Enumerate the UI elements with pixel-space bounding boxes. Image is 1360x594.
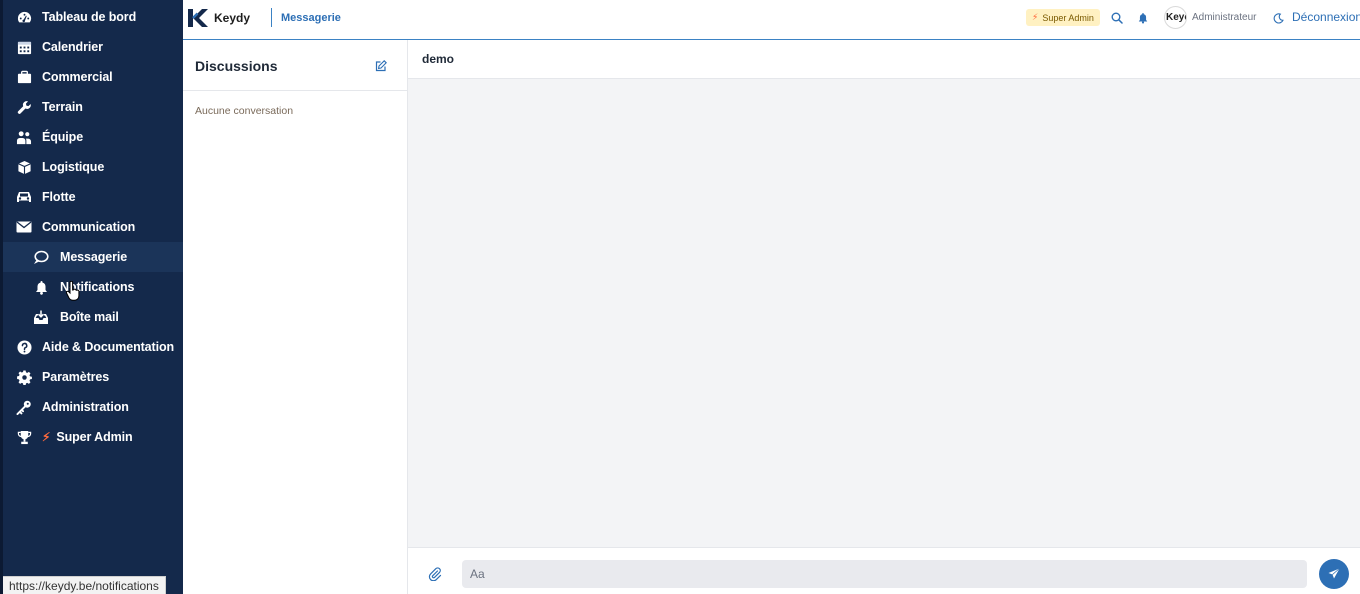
send-icon: [1328, 568, 1340, 580]
sidebar-item-messagerie[interactable]: Messagerie: [3, 242, 183, 272]
message-input[interactable]: [462, 560, 1307, 588]
car-icon: [16, 189, 32, 205]
sidebar-item-terrain[interactable]: Terrain: [3, 92, 183, 122]
sidebar-item-calendrier[interactable]: Calendrier: [3, 32, 183, 62]
user-role: Administrateur: [1192, 12, 1257, 23]
discussions-panel: Discussions Aucune conversation: [183, 40, 408, 594]
trophy-icon: [16, 429, 32, 445]
sidebar-item-label: Aide & Documentation: [42, 340, 175, 354]
inbox-icon: [33, 309, 49, 325]
sidebar-item-equipe[interactable]: Équipe: [3, 122, 183, 152]
hand-cursor-icon: [65, 280, 80, 301]
message-composer: [408, 547, 1360, 594]
sidebar-item-label: Communication: [42, 220, 136, 234]
sidebar-item-logistique[interactable]: Logistique: [3, 152, 183, 182]
sidebar-item-label: Équipe: [42, 130, 84, 144]
sidebar-item-label: Terrain: [42, 100, 83, 114]
sidebar-item-commercial[interactable]: Commercial: [3, 62, 183, 92]
top-bar: Keydy Messagerie ⚡︎Super Admin Keydy Adm…: [183, 0, 1360, 40]
sidebar-item-label: Paramètres: [42, 370, 110, 384]
badge-label: Super Admin: [1042, 12, 1094, 23]
bolt-icon: ⚡︎: [42, 430, 51, 444]
browser-status-url: https://keydy.be/notifications: [3, 576, 166, 594]
discussions-header: Discussions: [183, 40, 407, 91]
empty-conversations-text: Aucune conversation: [195, 105, 294, 117]
super-admin-badge[interactable]: ⚡︎ Super Admin: [1026, 9, 1100, 26]
discussions-title: Discussions: [195, 58, 278, 74]
chat-icon: [33, 249, 49, 265]
sidebar-item-label: Tableau de bord: [42, 10, 137, 24]
sidebar-item-administration[interactable]: Administration: [3, 392, 183, 422]
chat-contact-name: demo: [422, 52, 455, 66]
sidebar: Tableau de bord Calendrier Commercial Te…: [0, 0, 183, 594]
users-icon: [16, 129, 32, 145]
sidebar-item-label: Flotte: [42, 190, 76, 204]
bell-icon[interactable]: [1136, 11, 1150, 25]
sidebar-item-tableau-de-bord[interactable]: Tableau de bord: [3, 2, 183, 32]
help-icon: [16, 339, 32, 355]
sidebar-item-notifications[interactable]: Notifications: [3, 272, 183, 302]
sidebar-item-aide-documentation[interactable]: Aide & Documentation: [3, 332, 183, 362]
sidebar-item-super-admin[interactable]: ⚡︎ Super Admin: [3, 422, 183, 452]
avatar[interactable]: Keydy: [1164, 6, 1187, 29]
send-button[interactable]: [1319, 559, 1349, 589]
chat-area: demo: [408, 40, 1360, 594]
box-icon: [16, 159, 32, 175]
search-icon[interactable]: [1110, 11, 1124, 25]
sidebar-item-label-text: Super Admin: [56, 430, 133, 444]
sidebar-item-communication[interactable]: Communication: [3, 212, 183, 242]
gauge-icon: [16, 9, 32, 25]
logout-link[interactable]: Déconnexion: [1292, 10, 1360, 24]
sidebar-item-label: ⚡︎ Super Admin: [42, 430, 133, 444]
compose-icon[interactable]: [375, 59, 387, 72]
moon-icon[interactable]: [1271, 11, 1285, 25]
sidebar-item-label: Commercial: [42, 70, 113, 84]
sidebar-item-label: Administration: [42, 400, 129, 414]
breadcrumb: Messagerie: [281, 12, 341, 24]
sidebar-item-parametres[interactable]: Paramètres: [3, 362, 183, 392]
gear-icon: [16, 369, 32, 385]
brand-name[interactable]: Keydy: [214, 11, 250, 25]
sidebar-item-label: Calendrier: [42, 40, 103, 54]
wrench-icon: [16, 99, 32, 115]
sidebar-item-label: Messagerie: [60, 250, 128, 264]
header-divider: [271, 8, 272, 27]
chat-header: demo: [408, 40, 1360, 79]
paperclip-icon[interactable]: [428, 567, 442, 582]
bolt-icon: ⚡︎: [1032, 12, 1039, 22]
sidebar-item-boite-mail[interactable]: Boîte mail: [3, 302, 183, 332]
key-icon: [16, 399, 32, 415]
calendar-icon: [16, 39, 32, 55]
sidebar-item-flotte[interactable]: Flotte: [3, 182, 183, 212]
keydy-logo-icon[interactable]: [187, 8, 209, 28]
envelope-icon: [16, 219, 32, 235]
bell-icon: [33, 279, 49, 295]
sidebar-item-label: Logistique: [42, 160, 105, 174]
sidebar-item-label: Boîte mail: [60, 310, 119, 324]
briefcase-icon: [16, 69, 32, 85]
